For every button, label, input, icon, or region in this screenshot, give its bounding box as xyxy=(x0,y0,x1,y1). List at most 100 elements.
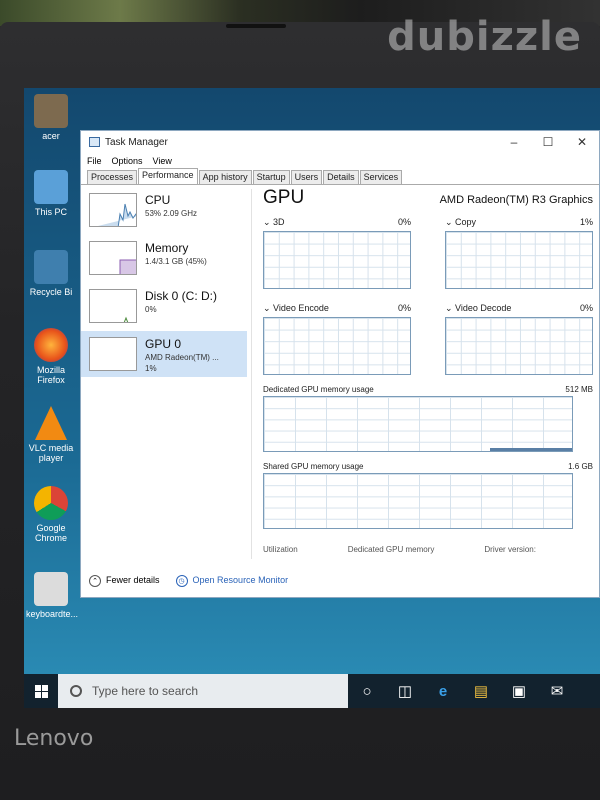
desktop-icon-chrome[interactable]: Google Chrome xyxy=(26,486,76,543)
resource-sidebar: CPU 53% 2.09 GHz Memory 1.4/3.1 GB (45%) xyxy=(81,187,247,567)
tab-app-history[interactable]: App history xyxy=(198,170,252,184)
sidebar-item-name: GPU 0 xyxy=(145,337,182,351)
dedicated-memory-label-row: Dedicated GPU memory usage 512 MB xyxy=(263,385,593,394)
vlc-icon xyxy=(35,406,67,440)
resource-monitor-label: Open Resource Monitor xyxy=(192,575,289,585)
desktop-icon-label: This PC xyxy=(34,207,67,217)
close-button[interactable]: ✕ xyxy=(565,135,599,149)
tab-performance[interactable]: Performance xyxy=(138,168,198,184)
sidebar-text: CPU 53% 2.09 GHz xyxy=(145,193,197,233)
graph-video-encode-plot xyxy=(263,317,411,375)
tab-services[interactable]: Services xyxy=(359,170,403,184)
shared-memory-label: Shared GPU memory usage xyxy=(263,462,364,471)
cpu-mini-graph xyxy=(89,193,137,227)
gpu-stats: Utilization Dedicated GPU memory Driver … xyxy=(263,545,593,554)
graph-selector-copy[interactable]: ⌄ Copy xyxy=(445,217,476,229)
open-resource-monitor-link[interactable]: ◷ Open Resource Monitor xyxy=(175,575,289,587)
sidebar-text: GPU 0 AMD Radeon(TM) ... 1% xyxy=(145,337,219,377)
graph-label: Copy xyxy=(455,217,477,227)
start-button[interactable] xyxy=(24,674,58,708)
tab-processes[interactable]: Processes xyxy=(87,170,138,184)
tab-bar: Processes Performance App history Startu… xyxy=(81,168,599,185)
desktop-icon-this-pc[interactable]: This PC xyxy=(26,170,76,217)
sidebar-item-name: Memory xyxy=(145,241,189,255)
sidebar-item-detail: 53% 2.09 GHz xyxy=(145,209,198,218)
task-manager-window: Task Manager – ☐ ✕ File Options View Pro… xyxy=(80,130,600,598)
menu-file[interactable]: File xyxy=(87,156,102,166)
cortana-icon[interactable]: ○ xyxy=(348,674,386,708)
shared-memory-label-row: Shared GPU memory usage 1.6 GB xyxy=(263,462,593,471)
graph-label-row: ⌄ Video Encode 0% xyxy=(263,303,411,315)
graph-label-row: ⌄ 3D 0% xyxy=(263,217,411,229)
disk-mini-graph-line xyxy=(123,316,129,322)
gpu-panel: GPU AMD Radeon(TM) R3 Graphics ⌄ 3D 0% ⌄… xyxy=(263,187,593,577)
disk-mini-graph xyxy=(89,289,137,323)
sidebar-item-gpu[interactable]: GPU 0 AMD Radeon(TM) ... 1% xyxy=(81,331,247,377)
maximize-button[interactable]: ☐ xyxy=(531,135,565,149)
computer-icon xyxy=(34,170,68,204)
graph-3d-plot xyxy=(263,231,411,289)
mail-icon[interactable]: ✉ xyxy=(538,674,576,708)
chrome-icon xyxy=(34,486,68,520)
graph-selector-video-encode[interactable]: ⌄ Video Encode xyxy=(263,303,329,315)
gpu-title: GPU xyxy=(263,187,305,208)
graph-value: 0% xyxy=(397,303,411,313)
desktop-icon-vlc[interactable]: VLC media player xyxy=(26,406,76,463)
recycle-icon xyxy=(34,94,68,128)
menu-options[interactable]: Options xyxy=(112,156,143,166)
stat-dedicated-memory: Dedicated GPU memory xyxy=(347,545,435,554)
laptop-brand: Lenovo xyxy=(14,726,94,751)
store-icon[interactable]: ▣ xyxy=(500,674,538,708)
search-placeholder: Type here to search xyxy=(92,684,199,698)
shared-memory-graph xyxy=(263,473,573,529)
sidebar-item-detail: 0% xyxy=(145,305,157,314)
menu-view[interactable]: View xyxy=(153,156,172,166)
file-explorer-icon[interactable]: ▤ xyxy=(462,674,500,708)
cpu-mini-graph-line xyxy=(98,203,136,226)
sidebar-item-disk[interactable]: Disk 0 (C: D:) 0% xyxy=(81,283,247,329)
graph-video-encode: ⌄ Video Encode 0% xyxy=(263,303,411,375)
desktop-icon-label: Google Chrome xyxy=(34,523,67,543)
desktop-icon-label: Mozilla Firefox xyxy=(36,365,65,385)
fewer-details-button[interactable]: ⌃ Fewer details xyxy=(89,575,160,587)
title-bar[interactable]: Task Manager – ☐ ✕ xyxy=(81,131,599,153)
panel-divider xyxy=(251,189,252,559)
desktop-icon-acer[interactable]: acer xyxy=(26,94,76,141)
tab-users[interactable]: Users xyxy=(290,170,323,184)
taskbar-search-box[interactable]: Type here to search xyxy=(58,674,348,708)
graph-label: Video Decode xyxy=(455,303,512,313)
desktop-icon-label: VLC media player xyxy=(28,443,74,463)
tab-startup[interactable]: Startup xyxy=(252,170,290,184)
fewer-details-label: Fewer details xyxy=(106,575,160,585)
windows-logo-icon xyxy=(34,684,48,698)
resource-monitor-icon: ◷ xyxy=(175,575,188,587)
graph-selector-3d[interactable]: ⌄ 3D xyxy=(263,217,285,229)
dedicated-memory-max: 512 MB xyxy=(565,385,593,394)
gpu-model-name: AMD Radeon(TM) R3 Graphics xyxy=(439,194,593,206)
task-view-icon[interactable]: ◫ xyxy=(386,674,424,708)
graph-copy: ⌄ Copy 1% xyxy=(445,217,593,289)
graph-selector-video-decode[interactable]: ⌄ Video Decode xyxy=(445,303,511,315)
sidebar-item-name: Disk 0 (C: D:) xyxy=(145,289,217,303)
task-manager-icon xyxy=(89,137,100,147)
edge-icon[interactable]: e xyxy=(424,674,462,708)
webcam xyxy=(226,24,286,28)
sidebar-item-cpu[interactable]: CPU 53% 2.09 GHz xyxy=(81,187,247,233)
desktop-icon-keyboardtest[interactable]: keyboardte... xyxy=(26,572,78,619)
graph-value: 0% xyxy=(397,217,411,227)
graph-label-row: ⌄ Video Decode 0% xyxy=(445,303,593,315)
graph-3d: ⌄ 3D 0% xyxy=(263,217,411,289)
graph-copy-plot xyxy=(445,231,593,289)
graph-label: Video Encode xyxy=(273,303,329,313)
graph-video-decode-plot xyxy=(445,317,593,375)
screen: acer This PC Recycle Bi Mozilla Firefox … xyxy=(24,88,600,708)
dedicated-memory-label: Dedicated GPU memory usage xyxy=(263,385,374,394)
desktop-icon-recycle-bin[interactable]: Recycle Bi xyxy=(26,250,76,297)
desktop-icon-firefox[interactable]: Mozilla Firefox xyxy=(26,328,76,385)
tab-details[interactable]: Details xyxy=(323,170,359,184)
sidebar-item-name: CPU xyxy=(145,193,171,207)
taskbar: Type here to search ○ ◫ e ▤ ▣ ✉ xyxy=(24,674,600,708)
minimize-button[interactable]: – xyxy=(497,135,531,149)
sidebar-item-memory[interactable]: Memory 1.4/3.1 GB (45%) xyxy=(81,235,247,281)
sidebar-item-detail-2: 1% xyxy=(145,364,157,373)
